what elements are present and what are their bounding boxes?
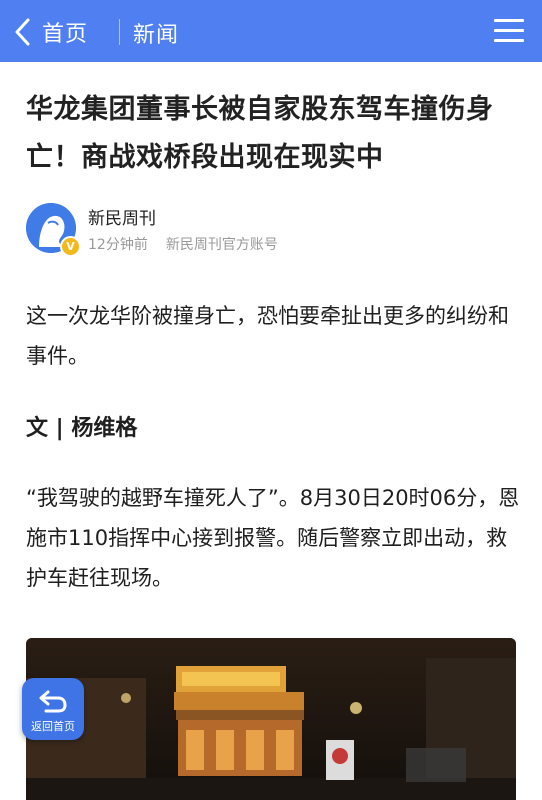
top-navigation-bar: 首页 新闻 [0,0,542,62]
return-arrow-icon [39,690,67,713]
menu-line [494,19,524,22]
nav-divider [119,19,120,45]
hamburger-menu-button[interactable] [494,17,524,45]
article-paragraph: “我驾驶的越野车撞死人了”。8月30日20时06分，恩施市110指挥中心接到报警… [26,486,520,590]
night-street-scene-image [26,638,516,800]
back-label: 首页 [42,22,89,47]
article-page: 首页 新闻 华龙集团董事长被自家股东驾车撞伤身亡！商战戏桥段出现在现实中 V 新… [0,0,542,800]
author-meta: 12分钟前 新民周刊官方账号 [88,234,278,254]
author-info: V 新民周刊 12分钟前 新民周刊官方账号 [26,203,516,259]
publish-time: 12分钟前 [88,237,148,253]
return-home-button[interactable]: 返回首页 [22,678,84,740]
article-headline: 华龙集团董事长被自家股东驾车撞伤身亡！商战戏桥段出现在现实中 [26,94,494,173]
article-video-image[interactable] [26,638,516,800]
back-to-home-button[interactable]: 首页 [14,14,114,50]
article-paragraph: 这一次龙华阶被撞身亡，恐怕要牵扯出更多的纠纷和事件。 [26,304,509,368]
menu-line [494,29,524,32]
page-title: 新闻 [133,23,180,48]
verified-badge: V [60,236,81,257]
article-byline: 文 | 杨维格 [26,416,138,441]
menu-line [494,39,524,42]
account-type: 新民周刊官方账号 [165,237,278,253]
return-home-label: 返回首页 [31,720,75,733]
chevron-left-icon [15,18,30,46]
author-name[interactable]: 新民周刊 [88,204,156,229]
